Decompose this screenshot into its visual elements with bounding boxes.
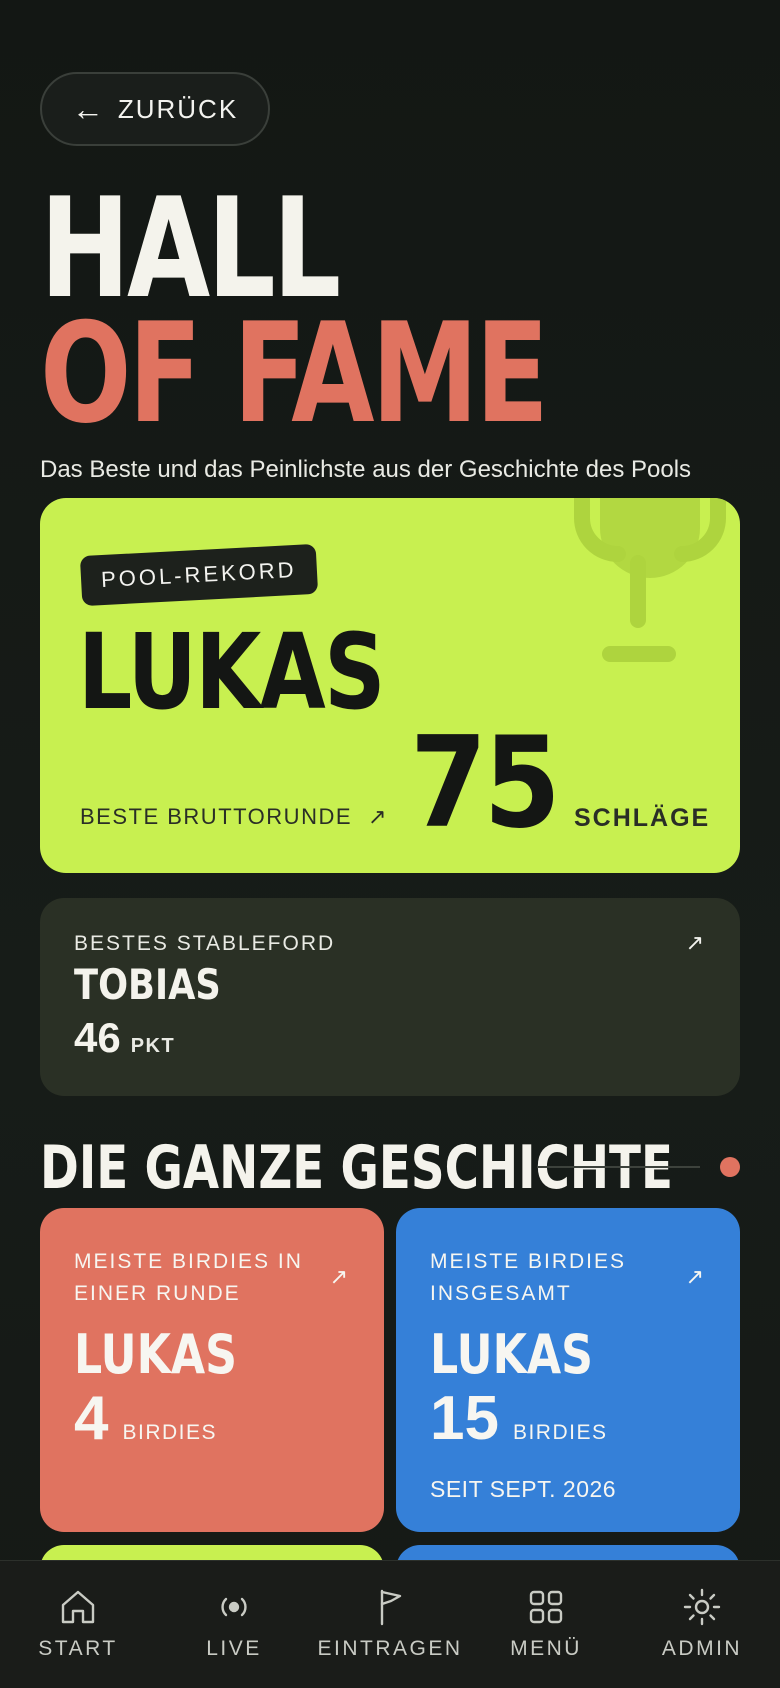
tile-value: 15 BIRDIES: [430, 1388, 608, 1450]
arrow-up-right-icon: ↗: [685, 930, 704, 955]
record-category: BESTE BRUTTORUNDE ↗: [80, 804, 388, 830]
record-value: 75 SCHLÄGE: [410, 720, 710, 846]
most-birdies-round-card[interactable]: MEISTE BIRDIES IN EINER RUNDE ↗ LUKAS 4 …: [40, 1208, 384, 1532]
nav-item-admin[interactable]: ADMIN: [627, 1587, 777, 1661]
sun-settings-icon: [683, 1588, 721, 1626]
pool-record-badge: POOL-REKORD: [79, 543, 318, 607]
tile-value: 4 BIRDIES: [74, 1388, 217, 1450]
pool-record-card[interactable]: POOL-REKORD LUKAS BESTE BRUTTORUNDE ↗ 75…: [40, 498, 740, 873]
nav-item-start[interactable]: START: [3, 1587, 153, 1661]
nav-label: ADMIN: [661, 1637, 743, 1660]
tile-value-unit: BIRDIES: [512, 1421, 608, 1444]
stableford-value-number: 46: [74, 1014, 121, 1061]
stableford-label: BESTES STABLEFORD: [74, 932, 336, 955]
section-divider: [537, 1166, 700, 1168]
back-button[interactable]: ← ZURÜCK: [40, 72, 270, 146]
nav-label: MENÜ: [510, 1637, 582, 1660]
most-birdies-total-card[interactable]: MEISTE BIRDIES INSGESAMT ↗ LUKAS 15 BIRD…: [396, 1208, 740, 1532]
page-subtitle: Das Beste und das Peinlichste aus der Ge…: [40, 456, 692, 483]
section-dot-indicator: [720, 1157, 740, 1177]
arrow-left-icon: ←: [71, 91, 106, 127]
live-broadcast-icon: [221, 1597, 247, 1617]
trophy-icon: [574, 498, 726, 662]
bottom-navigation: START LIVE EINTRAGEN MENÜ ADMIN: [0, 1560, 780, 1688]
nav-item-menu[interactable]: MENÜ: [471, 1587, 621, 1661]
arrow-up-right-icon: ↗: [685, 1264, 704, 1289]
nav-label: LIVE: [206, 1637, 262, 1660]
back-button-label: ZURÜCK: [117, 93, 239, 124]
nav-item-eintragen[interactable]: EINTRAGEN: [315, 1587, 465, 1661]
tile-label: MEISTE BIRDIES IN EINER RUNDE: [74, 1250, 303, 1305]
tile-since-date: SEIT SEPT. 2026: [430, 1476, 617, 1502]
tile-holder-name: LUKAS: [74, 1323, 238, 1386]
record-value-number: 75: [410, 709, 561, 856]
nav-label: EINTRAGEN: [317, 1637, 463, 1660]
home-icon: [61, 1590, 95, 1624]
record-holder-name: LUKAS: [78, 611, 385, 733]
record-value-unit: SCHLÄGE: [574, 804, 711, 832]
stableford-value-unit: PKT: [130, 1035, 176, 1057]
grid-icon: [529, 1590, 563, 1624]
page-title-line-2: OF FAME: [40, 293, 549, 454]
hall-of-fame-screen: ← ZURÜCK HALL OF FAME Das Beste und das …: [0, 0, 780, 1688]
section-title: DIE GANZE GESCHICHTE: [40, 1133, 673, 1203]
best-stableford-card[interactable]: BESTES STABLEFORD ↗ TOBIAS 46 PKT: [40, 898, 740, 1096]
tile-value-unit: BIRDIES: [122, 1421, 218, 1444]
stableford-holder-name: TOBIAS: [74, 960, 221, 1009]
tile-value-number: 15: [430, 1384, 499, 1453]
nav-label: START: [38, 1637, 118, 1660]
record-category-label: BESTE BRUTTORUNDE: [80, 804, 353, 829]
tile-value-number: 4: [74, 1384, 109, 1453]
arrow-up-right-icon: ↗: [368, 804, 388, 829]
tile-label: MEISTE BIRDIES INSGESAMT: [430, 1250, 627, 1305]
tile-holder-name: LUKAS: [430, 1323, 594, 1386]
nav-item-live[interactable]: LIVE: [159, 1587, 309, 1661]
arrow-up-right-icon: ↗: [329, 1264, 348, 1289]
stableford-value: 46 PKT: [74, 1014, 175, 1062]
flag-icon: [380, 1589, 402, 1626]
